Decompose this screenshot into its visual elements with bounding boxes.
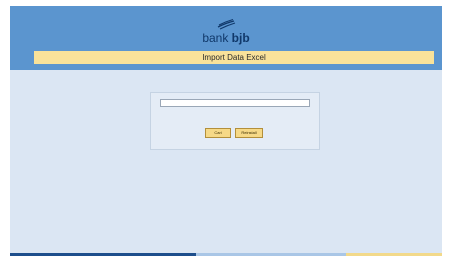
reinstall-button[interactable]: Reinstall: [235, 128, 263, 138]
footer-bar: [10, 253, 442, 256]
import-panel: Cari Reinstall: [150, 92, 320, 150]
footer-bar-segment: [196, 253, 346, 256]
file-path-input[interactable]: [160, 99, 310, 107]
header: bank bjb Import Data Excel: [10, 6, 442, 70]
bank-logo: bank bjb: [10, 18, 442, 48]
bank-name-regular: bank: [202, 31, 232, 45]
bank-name: bank bjb: [10, 31, 442, 45]
bank-name-bold: bjb: [231, 31, 250, 45]
bjb-swoosh-icon: [217, 18, 236, 30]
footer-bar-segment: [10, 253, 196, 256]
footer-bar-segment: [346, 253, 442, 256]
browse-button[interactable]: Cari: [205, 128, 231, 138]
app-window: bank bjb Import Data Excel Cari Reinstal…: [10, 6, 442, 256]
page-title: Import Data Excel: [34, 51, 434, 64]
